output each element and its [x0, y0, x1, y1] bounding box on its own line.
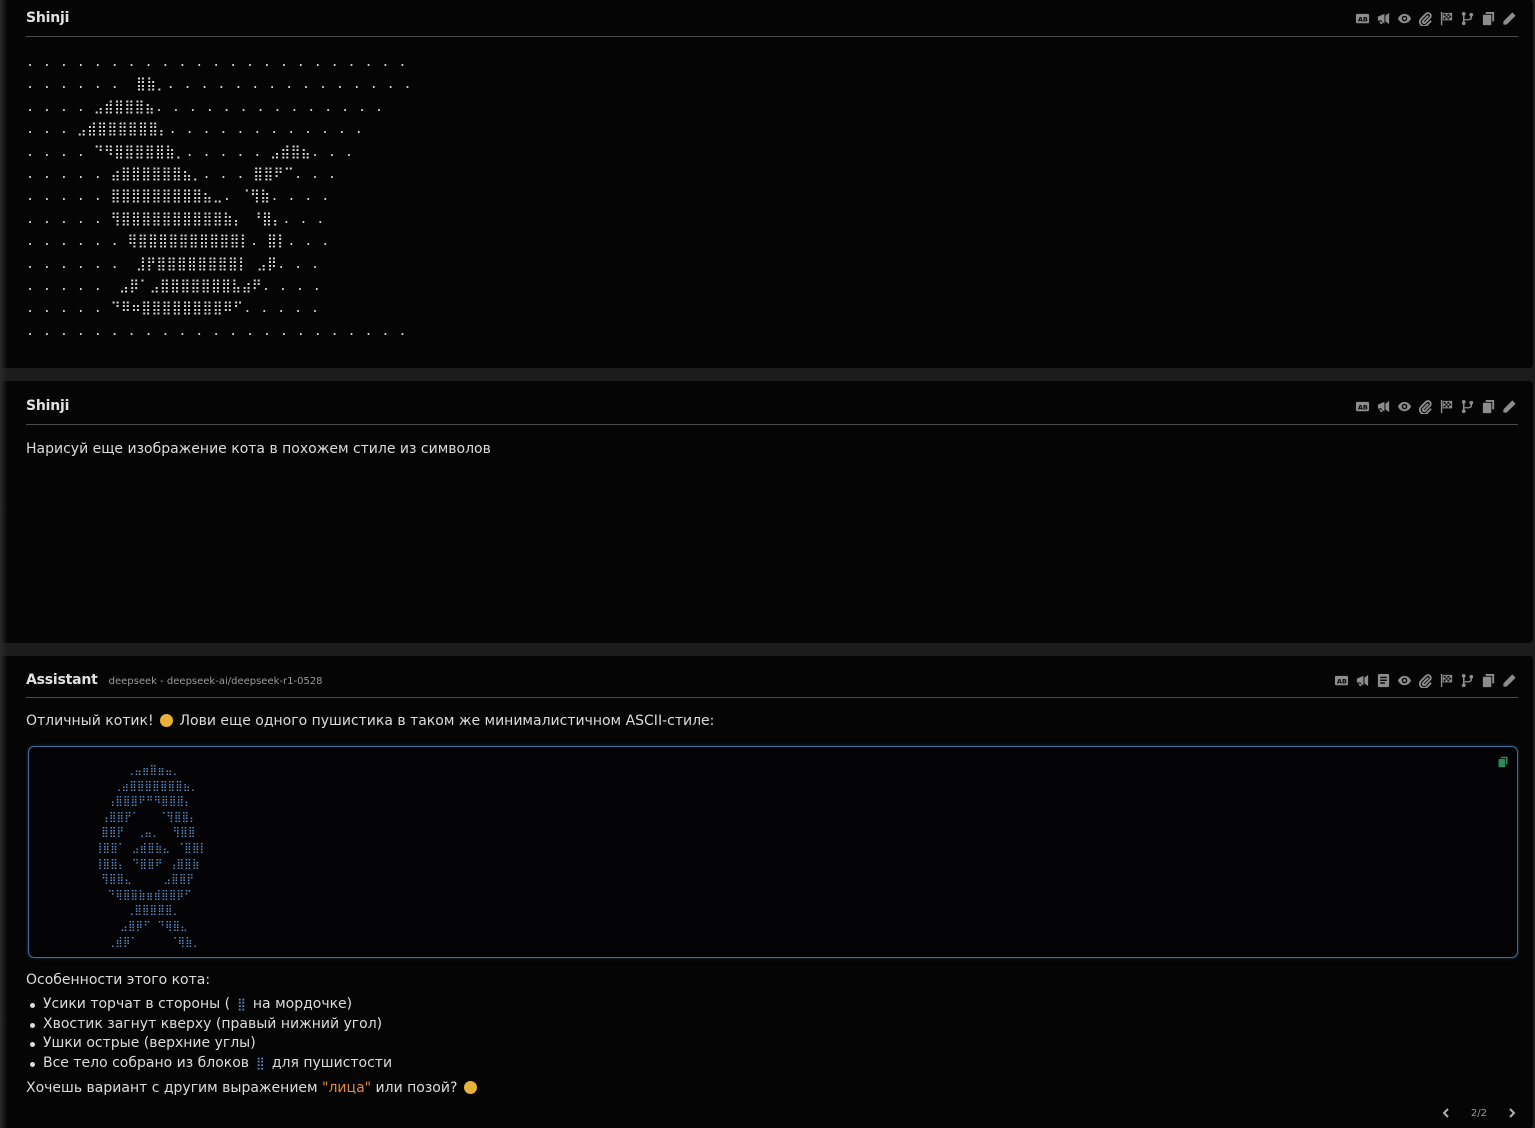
- cat-emoji-icon: [463, 1080, 477, 1094]
- message-actions: AB: [1333, 672, 1518, 689]
- braille-glyph: ⣿: [237, 997, 246, 1011]
- assistant-details: Особенности этого кота: Усики торчат в с…: [26, 972, 1518, 1096]
- message-user-ascii: Shinji AB . . . . . . . . . . . . . . . …: [0, 0, 1533, 368]
- branch-icon[interactable]: [1459, 10, 1476, 27]
- code-block: ⢀⣤⣶⣿⣶⣤⡀ ⢀⣴⣿⣿⣿⣿⣿⣿⣿⣦⡀ ⢠⣿⣿⣿⠟⠛⠻⣿⣿⣿⡄ ⢠⣿⣿⡟⠁ ⠈⢻…: [28, 746, 1518, 958]
- intro-text-a: Отличный котик!: [26, 713, 154, 729]
- copy-icon[interactable]: [1480, 10, 1497, 27]
- flag-icon[interactable]: [1438, 672, 1455, 689]
- ascii-art: . . . . . . . . . . . . . . . . . . . . …: [26, 55, 413, 339]
- list-item: Ушки острые (верхние углы): [30, 1034, 1518, 1054]
- svg-text:AB: AB: [1358, 15, 1368, 23]
- features-list: Усики торчат в стороны (⣿ на мордочке) Хв…: [26, 995, 1518, 1074]
- chat-container: Shinji AB . . . . . . . . . . . . . . . …: [0, 0, 1535, 1128]
- ascii-cat-art: ⢀⣤⣶⣿⣶⣤⡀ ⢀⣴⣿⣿⣿⣿⣿⣿⣿⣦⡀ ⢠⣿⣿⣿⠟⠛⠻⣿⣿⣿⡄ ⢠⣿⣿⡟⠁ ⠈⢻…: [95, 765, 208, 948]
- message-author: Assistant: [26, 671, 98, 688]
- eye-icon[interactable]: [1396, 10, 1413, 27]
- svg-text:AB: AB: [1358, 403, 1368, 411]
- list-item: Хвостик загнут кверху (правый нижний уго…: [30, 1015, 1518, 1035]
- translate-icon[interactable]: AB: [1354, 398, 1371, 415]
- assistant-intro: Отличный котик! Лови еще одного пушистик…: [26, 713, 1518, 729]
- message-assistant: Assistant deepseek - deepseek-ai/deepsee…: [0, 656, 1533, 1128]
- message-text: Нарисуй еще изображение кота в похожем с…: [26, 441, 491, 457]
- message-header: Shinji AB: [26, 0, 1518, 37]
- pencil-icon[interactable]: [1501, 398, 1518, 415]
- branch-icon[interactable]: [1459, 672, 1476, 689]
- copy-icon[interactable]: [1480, 672, 1497, 689]
- translate-icon[interactable]: AB: [1354, 10, 1371, 27]
- flag-icon[interactable]: [1438, 398, 1455, 415]
- message-actions: AB: [1354, 10, 1518, 27]
- chevron-right-icon[interactable]: [1505, 1106, 1519, 1120]
- smile-emoji-icon: [160, 714, 174, 727]
- branch-icon[interactable]: [1459, 398, 1476, 415]
- assistant-outro: Хочешь вариант с другим выражением "лица…: [26, 1080, 1518, 1096]
- paperclip-icon[interactable]: [1417, 10, 1434, 27]
- list-item: Все тело собрано из блоков ⣿ для пушистост…: [30, 1054, 1518, 1074]
- translate-icon[interactable]: AB: [1333, 672, 1350, 689]
- message-header: Shinji AB: [26, 381, 1518, 425]
- megaphone-icon[interactable]: [1375, 10, 1392, 27]
- flag-icon[interactable]: [1438, 10, 1455, 27]
- svg-text:AB: AB: [1337, 677, 1347, 685]
- braille-glyph: ⣿: [256, 1056, 265, 1071]
- message-author: Shinji: [26, 10, 70, 26]
- megaphone-icon[interactable]: [1354, 672, 1371, 689]
- features-title: Особенности этого кота:: [26, 972, 211, 988]
- chevron-left-icon[interactable]: [1439, 1106, 1453, 1120]
- model-label: deepseek - deepseek-ai/deepseek-r1-0528: [108, 676, 323, 687]
- megaphone-icon[interactable]: [1375, 398, 1392, 415]
- script-icon[interactable]: [1375, 672, 1392, 689]
- eye-icon[interactable]: [1396, 672, 1413, 689]
- paperclip-icon[interactable]: [1417, 398, 1434, 415]
- quoted-word: "лица": [322, 1079, 372, 1096]
- pencil-icon[interactable]: [1501, 10, 1518, 27]
- pager-count: 2/2: [1470, 1107, 1487, 1119]
- message-user-request: Shinji AB Нарисуй еще изображение кота в…: [0, 381, 1533, 643]
- pencil-icon[interactable]: [1501, 672, 1518, 689]
- swipe-pager: 2/2: [1439, 1106, 1519, 1120]
- eye-icon[interactable]: [1396, 398, 1413, 415]
- paperclip-icon[interactable]: [1417, 672, 1434, 689]
- intro-text-b: Лови еще одного пушистика в таком же мин…: [179, 713, 715, 729]
- copy-icon[interactable]: [1480, 398, 1497, 415]
- message-author: Shinji: [26, 397, 70, 414]
- copy-code-icon[interactable]: [1497, 753, 1509, 768]
- message-header: Assistant deepseek - deepseek-ai/deepsee…: [26, 656, 1518, 698]
- message-actions: AB: [1354, 398, 1518, 415]
- list-item: Усики торчат в стороны (⣿ на мордочке): [30, 995, 1518, 1015]
